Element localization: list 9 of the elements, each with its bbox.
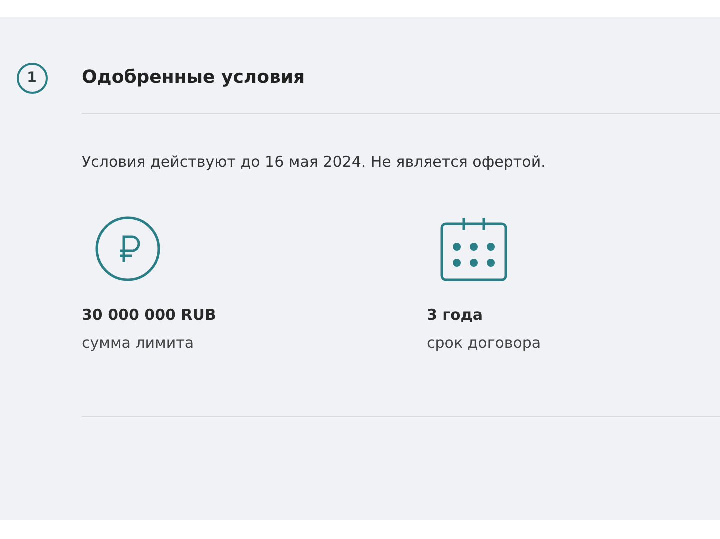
calendar-icon	[440, 216, 508, 282]
term-label: срок договора	[427, 333, 542, 353]
section-title: Одобренные условия	[82, 67, 306, 89]
term-value: 30 000 000 RUB	[82, 305, 218, 325]
validity-note: Условия действуют до 16 мая 2024. Не является офертой.	[82, 152, 547, 172]
step-number: 1	[16, 63, 48, 94]
term-label: сумма лимита	[82, 333, 196, 353]
ruble-coin-icon	[95, 216, 161, 282]
term-value: 3 года	[427, 305, 484, 325]
